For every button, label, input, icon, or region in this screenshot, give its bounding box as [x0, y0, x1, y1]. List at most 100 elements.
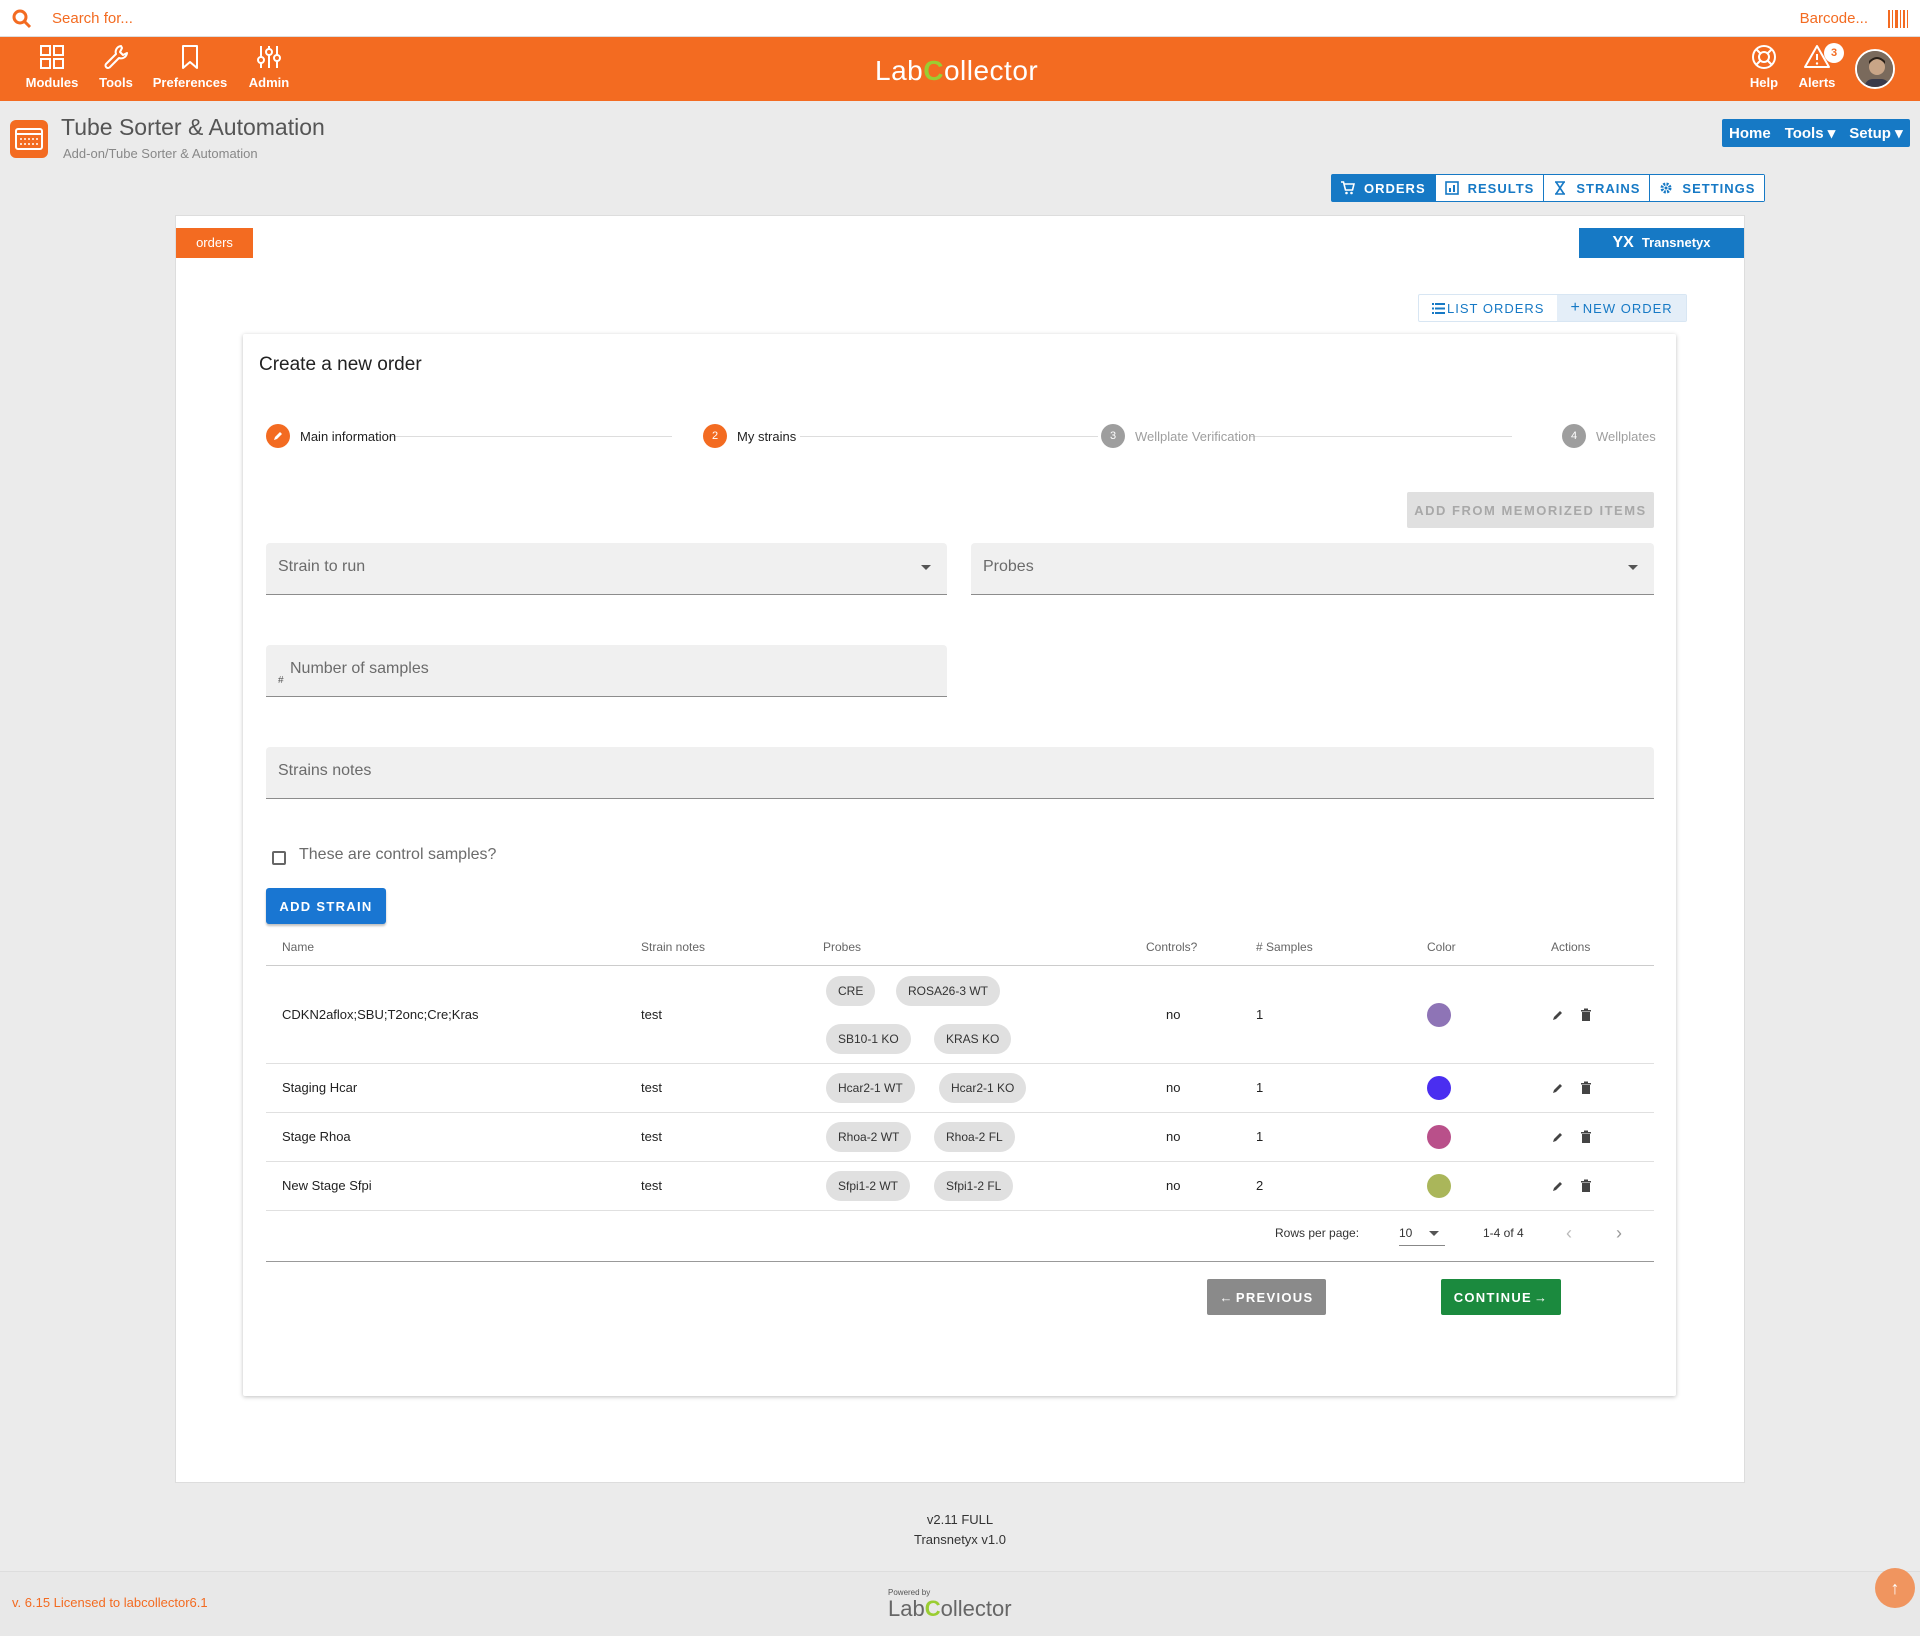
barcode-icon[interactable]: [1888, 10, 1908, 28]
step-main-information[interactable]: Main information: [266, 424, 396, 448]
probe-chip: KRAS KO: [934, 1024, 1012, 1054]
hash-icon: #: [278, 675, 284, 686]
strain-notes: test: [641, 1007, 662, 1022]
notes-placeholder: Strains notes: [278, 762, 372, 779]
version-info: v2.11 FULL Transnetyx v1.0: [0, 1510, 1920, 1550]
footer-logo-lab: Lab: [888, 1596, 925, 1621]
header-menu: Home Tools ▾ Setup ▾: [1722, 119, 1910, 147]
logo-text-lab: Lab: [875, 55, 924, 86]
step-my-strains[interactable]: 2 My strains: [703, 424, 796, 448]
barcode-input[interactable]: Barcode...: [1800, 10, 1868, 27]
gear-icon: [1660, 182, 1672, 194]
strains-notes-field[interactable]: Strains notes: [266, 747, 1654, 799]
menu-setup[interactable]: Setup ▾: [1842, 124, 1909, 142]
table-row: New Stage Sfpi test Sfpi1-2 WT Sfpi1-2 F…: [266, 1162, 1654, 1211]
step-label: Main information: [300, 428, 397, 444]
footer-logo[interactable]: LabCollector: [888, 1596, 1012, 1622]
edit-pencil-icon[interactable]: [1551, 1130, 1565, 1144]
next-page-icon[interactable]: ›: [1616, 1223, 1622, 1244]
bookmark-icon: [182, 45, 198, 69]
plus-icon: +: [1570, 299, 1581, 316]
trash-icon[interactable]: [1579, 1081, 1593, 1095]
module-tabs: ORDERS RESULTS STRAINS SETTINGS: [1331, 174, 1766, 202]
list-orders-button[interactable]: LIST ORDERS: [1419, 295, 1557, 321]
orders-tag: orders: [176, 228, 253, 258]
tab-orders-label: ORDERS: [1364, 180, 1426, 196]
scroll-to-top-button[interactable]: ↑: [1875, 1568, 1915, 1608]
transnetyx-button[interactable]: YX Transnetyx: [1579, 228, 1744, 258]
tab-settings[interactable]: SETTINGS: [1650, 175, 1765, 201]
strain-select-placeholder: Strain to run: [278, 558, 366, 575]
tab-results-label: RESULTS: [1467, 180, 1535, 196]
strain-notes: test: [641, 1080, 662, 1095]
controls-value: no: [1166, 1129, 1181, 1144]
tab-orders[interactable]: ORDERS: [1332, 175, 1436, 201]
stepper-line-1: [387, 436, 672, 437]
nav-alerts[interactable]: Alerts 3: [1777, 43, 1857, 90]
previous-button[interactable]: ← PREVIOUS: [1207, 1279, 1326, 1315]
menu-tools[interactable]: Tools ▾: [1778, 124, 1843, 142]
table-row: CDKN2aflox;SBU;T2onc;Cre;Kras test CRE R…: [266, 966, 1654, 1064]
nav-admin[interactable]: Admin: [229, 43, 309, 90]
trash-icon[interactable]: [1579, 1008, 1593, 1022]
rows-per-page-select[interactable]: 10: [1399, 1226, 1445, 1246]
tab-strains-label: STRAINS: [1576, 180, 1641, 196]
cart-icon: [1341, 181, 1355, 195]
step-wellplate-verification[interactable]: 3 Wellplate Verification: [1101, 424, 1255, 448]
chevron-down-icon: [921, 565, 931, 570]
table-row: Staging Hcar test Hcar2-1 WT Hcar2-1 KO …: [266, 1064, 1654, 1113]
order-view-switch: LIST ORDERS + NEW ORDER: [1418, 294, 1687, 322]
tab-strains[interactable]: STRAINS: [1544, 175, 1651, 201]
probe-chip: ROSA26-3 WT: [896, 976, 1001, 1006]
nav-tools[interactable]: Tools: [76, 43, 156, 90]
col-header-color[interactable]: Color: [1427, 940, 1456, 954]
probe-chip: Sfpi1-2 WT: [826, 1171, 911, 1201]
menu-home[interactable]: Home: [1722, 125, 1778, 142]
trash-icon[interactable]: [1579, 1130, 1593, 1144]
continue-button[interactable]: CONTINUE →: [1441, 1279, 1561, 1315]
edit-pencil-icon[interactable]: [1551, 1081, 1565, 1095]
number-of-samples-field[interactable]: # Number of samples: [266, 645, 947, 697]
probes-select[interactable]: Probes: [971, 543, 1654, 595]
col-header-name[interactable]: Name: [282, 940, 314, 954]
col-header-strain-notes[interactable]: Strain notes: [641, 940, 705, 954]
table-pagination: Rows per page: 10 1-4 of 4 ‹ ›: [266, 1212, 1654, 1262]
prev-page-icon[interactable]: ‹: [1566, 1223, 1572, 1244]
nav-preferences[interactable]: Preferences: [150, 43, 230, 90]
search-input[interactable]: Search for...: [52, 10, 133, 27]
edit-pencil-icon[interactable]: [1551, 1179, 1565, 1193]
chart-box-icon: [1444, 181, 1459, 195]
samples-value: 2: [1256, 1178, 1264, 1193]
step-wellplates[interactable]: 4 Wellplates: [1562, 424, 1656, 448]
user-avatar[interactable]: [1855, 49, 1895, 89]
arrow-up-icon: ↑: [1890, 1577, 1900, 1598]
page-footer: v. 6.15 Licensed to labcollector6.1 Powe…: [0, 1571, 1920, 1636]
labcollector-logo[interactable]: LabCollector: [875, 55, 1038, 87]
add-strain-button[interactable]: ADD STRAIN: [266, 888, 386, 924]
col-header-probes[interactable]: Probes: [823, 940, 861, 954]
new-order-button[interactable]: + NEW ORDER: [1557, 295, 1686, 321]
tab-results[interactable]: RESULTS: [1435, 175, 1545, 201]
trash-icon[interactable]: [1579, 1179, 1593, 1193]
strain-name: Staging Hcar: [282, 1080, 358, 1095]
license-text: v. 6.15 Licensed to labcollector6.1: [12, 1595, 208, 1610]
color-swatch: [1427, 1003, 1451, 1027]
strain-name: CDKN2aflox;SBU;T2onc;Cre;Kras: [282, 1007, 479, 1022]
col-header-samples[interactable]: # Samples: [1256, 940, 1313, 954]
sliders-icon: [257, 46, 281, 68]
control-samples-checkbox[interactable]: [272, 851, 286, 865]
add-from-memorized-items-button[interactable]: ADD FROM MEMORIZED ITEMS: [1407, 492, 1654, 528]
edit-pencil-icon[interactable]: [1551, 1008, 1565, 1022]
chevron-down-icon: [1429, 1231, 1439, 1236]
col-header-controls[interactable]: Controls?: [1146, 940, 1197, 954]
search-icon[interactable]: [12, 9, 32, 29]
transnetyx-version: Transnetyx v1.0: [913, 1532, 1006, 1547]
strain-select[interactable]: Strain to run: [266, 543, 947, 595]
step-label: Wellplates: [1596, 428, 1656, 444]
card-title: Create a new order: [259, 354, 422, 375]
chevron-down-icon: [1628, 565, 1638, 570]
controls-value: no: [1166, 1080, 1181, 1095]
main-panel: orders YX Transnetyx LIST ORDERS + NEW OR…: [175, 215, 1745, 1483]
alerts-count-badge: 3: [1824, 43, 1844, 63]
main-nav: Modules Tools Preferences Admin LabColle…: [0, 37, 1920, 101]
